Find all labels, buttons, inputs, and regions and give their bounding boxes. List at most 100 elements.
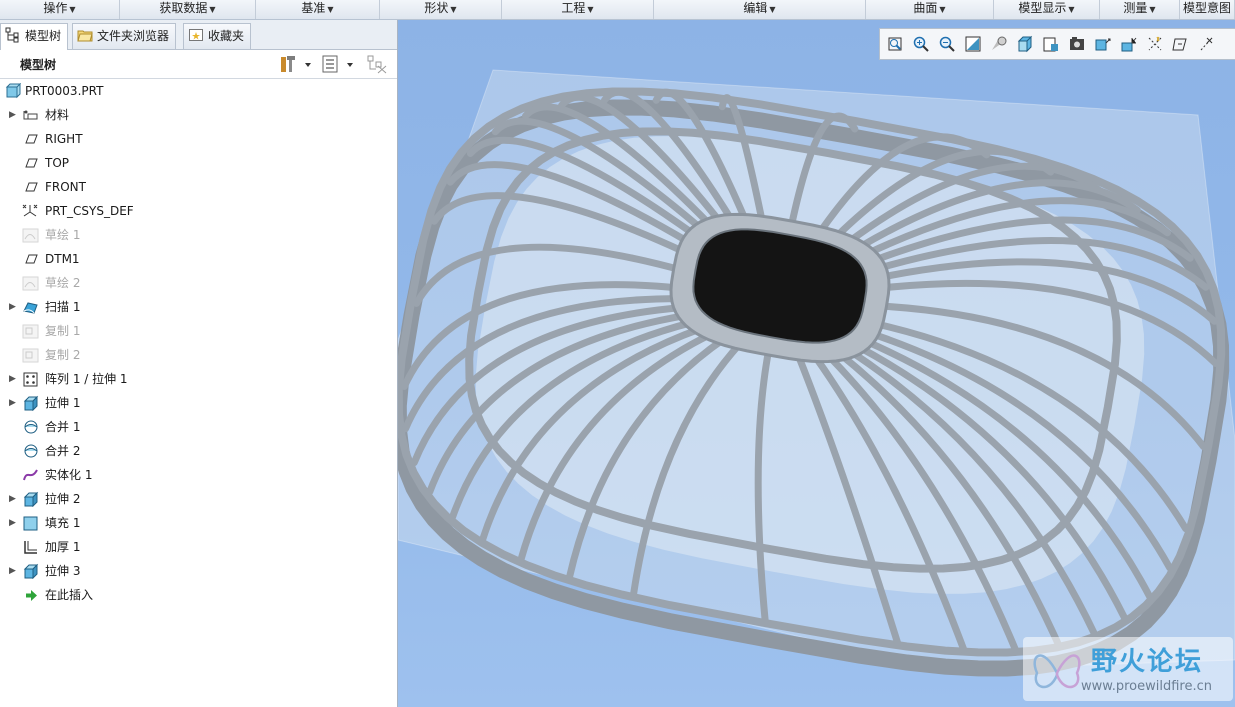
expand-arrow-icon[interactable]: ▶ [9, 512, 16, 534]
zoom-in-icon[interactable] [912, 35, 930, 53]
menu-5[interactable]: 工程 ▼ [502, 0, 654, 19]
menu-3[interactable]: 基准 ▼ [256, 0, 380, 19]
expand-arrow-icon[interactable]: ▶ [9, 104, 16, 126]
tree-node[interactable]: ▶ 填充 1 [0, 512, 390, 534]
tree-node[interactable]: 草绘 2 [0, 272, 390, 294]
tree-node[interactable]: 加厚 1 [0, 536, 390, 558]
tree-node[interactable]: TOP [0, 152, 390, 174]
tree-node-label: 在此插入 [45, 588, 94, 602]
menu-10[interactable]: 模型意图 [1180, 0, 1235, 19]
tree-node[interactable]: PRT_CSYS_DEF [0, 200, 390, 222]
sketch-icon [22, 276, 39, 291]
tree-node-label: RIGHT [45, 132, 83, 146]
tab-favorites[interactable]: 收藏夹 [183, 23, 252, 49]
copy-icon [22, 324, 39, 339]
tab-model-tree-label: 模型树 [25, 29, 62, 43]
datum-plane-icon [25, 134, 38, 144]
chevron-down-icon: ▼ [587, 5, 594, 14]
tree-node[interactable]: ▶ 扫描 1 [0, 296, 390, 318]
tree-node[interactable]: ▶ 材料 [0, 104, 390, 126]
sweep-icon [23, 302, 38, 314]
pattern-icon [23, 372, 38, 387]
layers-icon[interactable] [1042, 35, 1060, 53]
view-manager-icon[interactable] [1068, 35, 1086, 53]
datum-plane-icon [25, 182, 38, 192]
datum-point-display-icon[interactable] [1146, 35, 1164, 53]
tree-node[interactable]: 实体化 1 [0, 464, 390, 486]
chevron-down-icon: ▼ [1149, 5, 1156, 14]
chevron-down-icon: ▼ [69, 5, 76, 14]
tree-node[interactable]: ▶ 拉伸 3 [0, 560, 390, 582]
merge-icon [24, 444, 38, 458]
datum-plane-display-icon[interactable] [1094, 35, 1112, 53]
butterfly-logo-icon [1033, 654, 1081, 689]
tree-node-label: 复制 1 [45, 324, 81, 338]
csys-display-icon[interactable] [1172, 35, 1190, 53]
tree-node-label: 草绘 1 [45, 228, 81, 242]
insert-here-arrow-icon [26, 590, 37, 601]
material-icon [23, 110, 38, 120]
tree-node[interactable]: DTM1 [0, 248, 390, 270]
tree-node[interactable]: 草绘 1 [0, 224, 390, 246]
tree-node[interactable]: 复制 1 [0, 320, 390, 342]
tree-node[interactable]: RIGHT [0, 128, 390, 150]
tree-node-label: 合并 2 [45, 444, 81, 458]
expand-arrow-icon[interactable]: ▶ [9, 392, 16, 414]
expand-arrow-icon[interactable]: ▶ [9, 488, 16, 510]
model-tree-header: 模型树 [0, 50, 397, 79]
tree-node-label: FRONT [45, 180, 86, 194]
csys-icon [22, 204, 38, 217]
tree-settings-button[interactable] [278, 54, 318, 74]
forum-watermark: 野火论坛 www.proewildfire.cn [1023, 637, 1233, 701]
tree-node-label: PRT_CSYS_DEF [45, 204, 134, 218]
menu-2[interactable]: 获取数据 ▼ [120, 0, 256, 19]
annotation-display-icon[interactable] [1198, 35, 1216, 53]
menu-label: 曲面 [913, 1, 938, 15]
tab-folder-browser[interactable]: 文件夹浏览器 [72, 23, 177, 49]
tree-node-label: 加厚 1 [45, 540, 81, 554]
fill-icon [23, 516, 38, 531]
fan-grille-model[interactable] [398, 20, 1235, 707]
tab-model-tree[interactable]: 模型树 [0, 23, 69, 50]
extrude-icon [23, 395, 39, 411]
tree-node[interactable]: 在此插入 [0, 584, 390, 606]
tree-node-label: TOP [45, 156, 70, 170]
saved-views-icon[interactable] [1016, 35, 1034, 53]
shading-icon[interactable] [990, 35, 1008, 53]
tree-node[interactable]: ▶ 阵列 1 / 拉伸 1 [0, 368, 390, 390]
tree-filter-button[interactable] [366, 54, 390, 74]
expand-arrow-icon[interactable]: ▶ [9, 560, 16, 582]
graphics-viewport[interactable]: 野火论坛 www.proewildfire.cn [398, 20, 1235, 707]
menu-6[interactable]: 编辑 ▼ [654, 0, 866, 19]
menu-4[interactable]: 形状 ▼ [380, 0, 502, 19]
tools-icon [281, 56, 295, 72]
menu-8[interactable]: 模型显示 ▼ [994, 0, 1100, 19]
chevron-down-icon: ▼ [939, 5, 946, 14]
menu-label: 模型意图 [1182, 1, 1231, 15]
tree-node[interactable]: FRONT [0, 176, 390, 198]
tree-node[interactable]: 合并 2 [0, 440, 390, 462]
tree-node[interactable]: ▶ 拉伸 1 [0, 392, 390, 414]
menu-1[interactable]: 操作 ▼ [0, 0, 120, 19]
tree-node-label: PRT0003.PRT [25, 84, 104, 98]
repaint-icon[interactable] [964, 35, 982, 53]
datum-axis-display-icon[interactable] [1120, 35, 1138, 53]
part-icon [5, 83, 21, 99]
expand-arrow-icon[interactable]: ▶ [9, 368, 16, 390]
tree-node[interactable]: 复制 2 [0, 344, 390, 366]
chevron-down-icon: ▼ [209, 5, 216, 14]
tree-node[interactable]: 合并 1 [0, 416, 390, 438]
menu-7[interactable]: 曲面 ▼ [866, 0, 994, 19]
menu-label: 形状 [424, 1, 449, 15]
zoom-out-icon[interactable] [938, 35, 956, 53]
tree-root-part[interactable]: PRT0003.PRT [0, 80, 390, 102]
menu-9[interactable]: 测量 ▼ [1100, 0, 1180, 19]
tree-node-label: 拉伸 3 [45, 564, 81, 578]
tree-show-button[interactable] [321, 54, 359, 74]
model-tree-title: 模型树 [20, 58, 57, 72]
navigator-panel: 模型树 文件夹浏览器 收藏夹 模型树 PRT0003.PRT ▶ 材料 RIGH… [0, 20, 398, 707]
tree-node[interactable]: ▶ 拉伸 2 [0, 488, 390, 510]
chevron-down-icon: ▼ [450, 5, 457, 14]
expand-arrow-icon[interactable]: ▶ [9, 296, 16, 318]
refit-icon[interactable] [886, 35, 904, 53]
